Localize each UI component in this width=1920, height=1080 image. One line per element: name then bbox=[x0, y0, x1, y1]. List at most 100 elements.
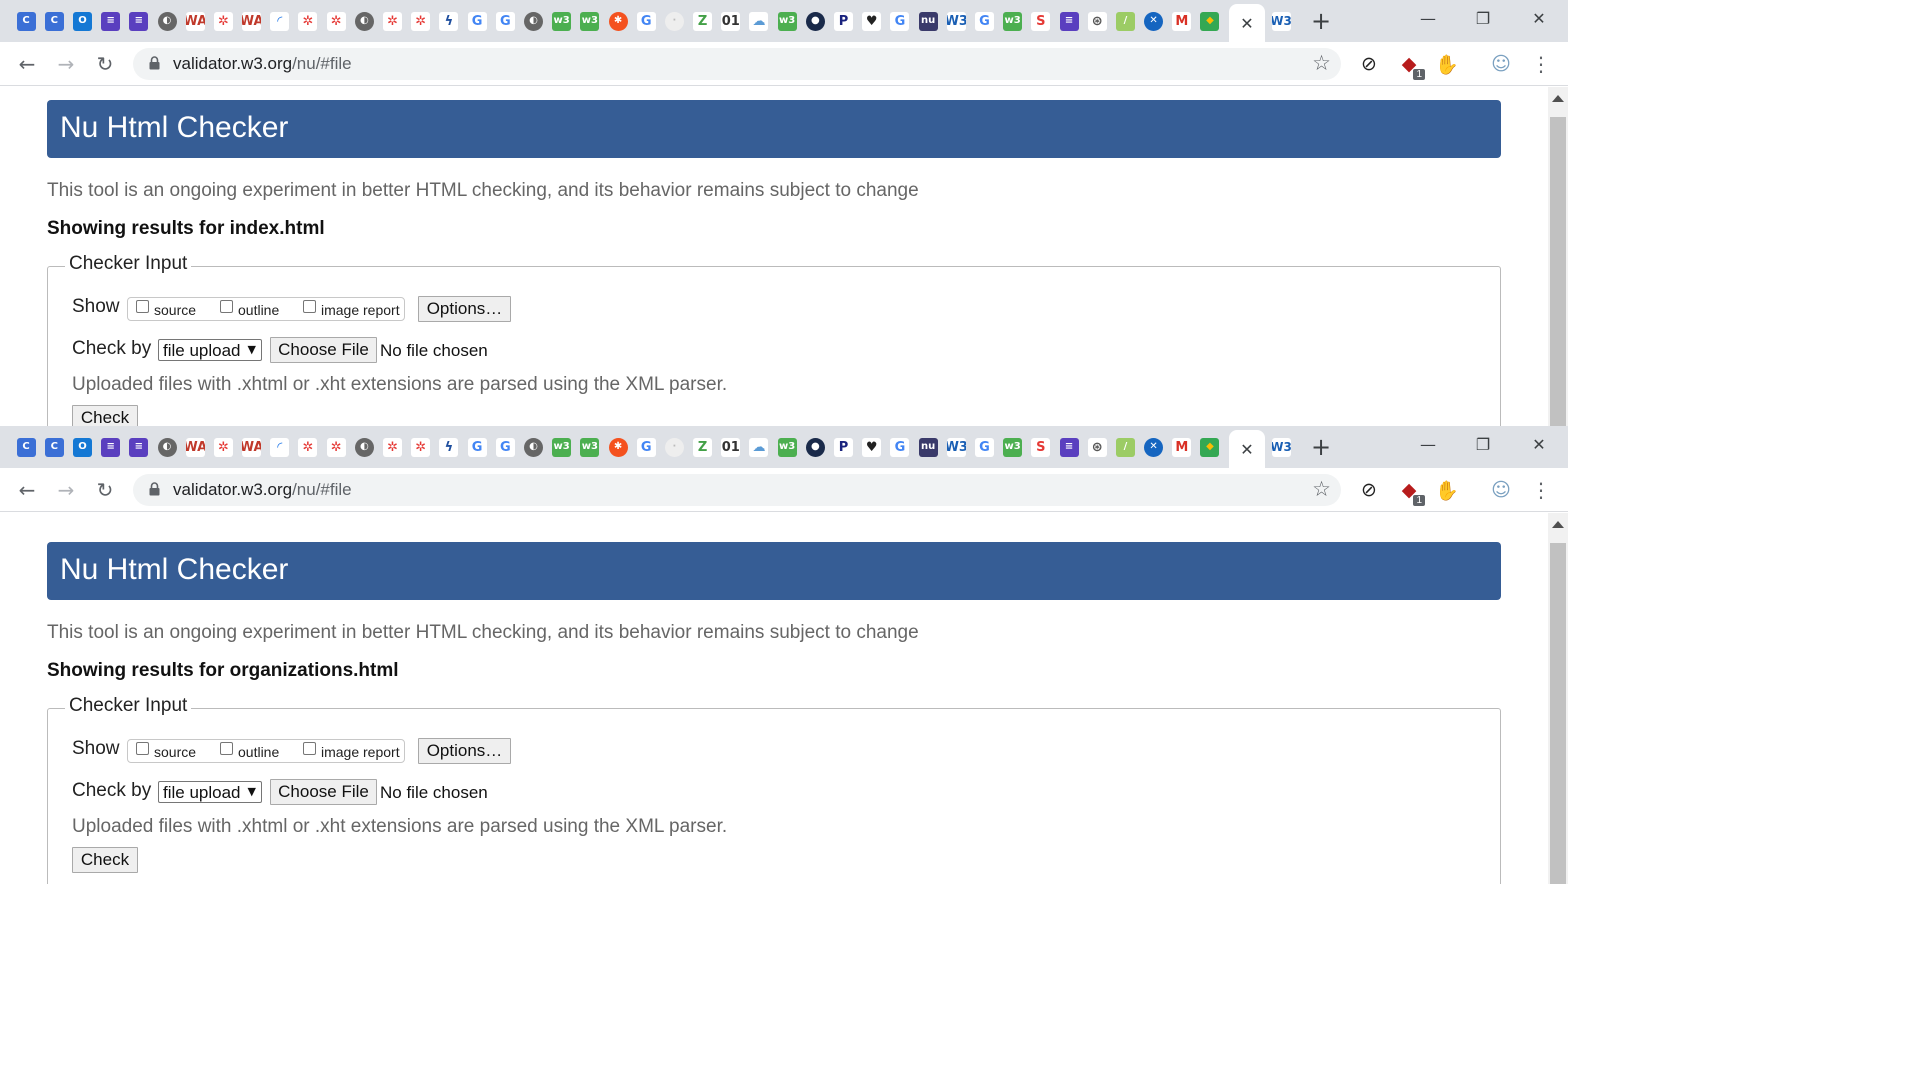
tab-c-app[interactable]: C bbox=[12, 8, 40, 34]
lock-icon[interactable] bbox=[149, 482, 160, 496]
tab-x-circle[interactable]: ✕ bbox=[1140, 8, 1168, 34]
tab-heart[interactable]: ♥ bbox=[858, 8, 886, 34]
tab-google[interactable]: G bbox=[970, 434, 998, 460]
tab-globe[interactable]: ◐ bbox=[153, 8, 181, 34]
scroll-up-arrow-icon[interactable] bbox=[1552, 95, 1564, 102]
tab-list[interactable]: ≡ bbox=[125, 8, 153, 34]
tab-s[interactable]: S bbox=[1027, 8, 1055, 34]
tab-globe[interactable]: ◐ bbox=[519, 8, 547, 34]
tab-w3-green[interactable]: w3 bbox=[576, 434, 604, 460]
tab-gear[interactable]: ✲ bbox=[322, 434, 350, 460]
close-icon[interactable]: ✕ bbox=[1240, 14, 1253, 33]
tab-list[interactable]: ≡ bbox=[125, 434, 153, 460]
profile-avatar-icon[interactable]: ☺ bbox=[1489, 478, 1513, 502]
image-report-checkbox[interactable] bbox=[303, 300, 316, 313]
menu-icon[interactable]: ⋮ bbox=[1530, 476, 1552, 504]
tab-globe[interactable]: ◐ bbox=[519, 434, 547, 460]
tab-gear[interactable]: ✲ bbox=[209, 434, 237, 460]
active-tab[interactable]: ✕ bbox=[1229, 4, 1265, 42]
tab-list[interactable]: ≡ bbox=[1055, 8, 1083, 34]
tab-cloud[interactable]: ☁ bbox=[745, 434, 773, 460]
image-report-label[interactable]: image report bbox=[321, 744, 400, 760]
tab-s[interactable]: S bbox=[1027, 434, 1055, 460]
tab-x-circle[interactable]: ✕ bbox=[1140, 434, 1168, 460]
source-label[interactable]: source bbox=[154, 302, 196, 318]
tab-gear[interactable]: ✲ bbox=[378, 434, 406, 460]
tab-outlook[interactable]: O bbox=[68, 434, 96, 460]
tab-edit[interactable]: / bbox=[1111, 434, 1139, 460]
check-by-select[interactable]: file upload ▼ bbox=[158, 339, 262, 361]
tab-w3[interactable]: W3 bbox=[942, 434, 970, 460]
tab-w3-green[interactable]: w3 bbox=[548, 8, 576, 34]
outline-checkbox[interactable] bbox=[220, 742, 233, 755]
stop-extension-icon[interactable]: ✋ bbox=[1435, 52, 1459, 76]
tab-list[interactable]: ≡ bbox=[97, 8, 125, 34]
tab-google[interactable]: G bbox=[463, 434, 491, 460]
tab-gmail[interactable]: M bbox=[1168, 8, 1196, 34]
link-extension-icon[interactable]: ⊘ bbox=[1357, 52, 1381, 76]
back-button[interactable]: ← bbox=[12, 475, 42, 505]
tab-globe[interactable]: ◐ bbox=[153, 434, 181, 460]
tab-google[interactable]: G bbox=[491, 8, 519, 34]
close-window-button[interactable]: ✕ bbox=[1516, 4, 1562, 32]
tab-gear[interactable]: ✲ bbox=[209, 8, 237, 34]
vertical-scrollbar[interactable] bbox=[1548, 513, 1568, 884]
tab-gear[interactable]: ✲ bbox=[294, 8, 322, 34]
tab-w3[interactable]: W3 bbox=[1267, 434, 1295, 460]
outline-label[interactable]: outline bbox=[238, 744, 279, 760]
tab-w3[interactable]: W3 bbox=[1267, 8, 1295, 34]
check-by-select[interactable]: file upload ▼ bbox=[158, 781, 262, 803]
tab-google[interactable]: G bbox=[463, 8, 491, 34]
tab-gear[interactable]: ✲ bbox=[294, 434, 322, 460]
choose-file-button[interactable]: Choose File bbox=[270, 779, 377, 805]
source-checkbox[interactable] bbox=[136, 742, 149, 755]
reload-button[interactable]: ↻ bbox=[90, 49, 120, 79]
tab-w3-green[interactable]: w3 bbox=[773, 8, 801, 34]
tab-swirl[interactable]: ϟ bbox=[435, 8, 463, 34]
options-button[interactable]: Options… bbox=[418, 738, 511, 764]
tab-p[interactable]: P bbox=[829, 8, 857, 34]
tab-aperture[interactable]: ⊛ bbox=[1083, 8, 1111, 34]
address-bar[interactable]: validator.w3.org/nu/#file ☆ bbox=[133, 48, 1341, 80]
tab-eye[interactable]: ● bbox=[801, 434, 829, 460]
tab-google[interactable]: G bbox=[632, 8, 660, 34]
tab-aperture[interactable]: ⊛ bbox=[1083, 434, 1111, 460]
tab-asterisk[interactable]: ✱ bbox=[604, 434, 632, 460]
image-report-label[interactable]: image report bbox=[321, 302, 400, 318]
tab-cloud[interactable]: ☁ bbox=[745, 8, 773, 34]
tab-google[interactable]: G bbox=[970, 8, 998, 34]
tab-loading[interactable]: ◜ bbox=[266, 434, 294, 460]
tab-swirl[interactable]: ϟ bbox=[435, 434, 463, 460]
check-button[interactable]: Check bbox=[72, 405, 138, 426]
tab-gear[interactable]: ✲ bbox=[378, 8, 406, 34]
reload-button[interactable]: ↻ bbox=[90, 475, 120, 505]
forward-button[interactable]: → bbox=[51, 49, 81, 79]
tab-wa[interactable]: WA bbox=[181, 434, 209, 460]
tab-c-app[interactable]: C bbox=[40, 434, 68, 460]
outline-label[interactable]: outline bbox=[238, 302, 279, 318]
tab-maps[interactable]: ◆ bbox=[1196, 434, 1224, 460]
tab-globe[interactable]: ◐ bbox=[350, 434, 378, 460]
tab-c-app[interactable]: C bbox=[40, 8, 68, 34]
active-tab[interactable]: ✕ bbox=[1229, 430, 1265, 468]
tab-gear[interactable]: ✲ bbox=[322, 8, 350, 34]
tab-z[interactable]: Z bbox=[689, 8, 717, 34]
new-tab-button[interactable]: + bbox=[1307, 433, 1335, 461]
tab-wa[interactable]: WA bbox=[238, 434, 266, 460]
tab-gear[interactable]: ✲ bbox=[407, 8, 435, 34]
outline-checkbox[interactable] bbox=[220, 300, 233, 313]
tab-p[interactable]: P bbox=[829, 434, 857, 460]
new-tab-button[interactable]: + bbox=[1307, 7, 1335, 35]
tab-gear[interactable]: ✲ bbox=[407, 434, 435, 460]
tab-asterisk[interactable]: ✱ bbox=[604, 8, 632, 34]
tab-google[interactable]: G bbox=[491, 434, 519, 460]
menu-icon[interactable]: ⋮ bbox=[1530, 50, 1552, 78]
source-checkbox[interactable] bbox=[136, 300, 149, 313]
tab-maps[interactable]: ◆ bbox=[1196, 8, 1224, 34]
tab-w3-green[interactable]: w3 bbox=[773, 434, 801, 460]
tab-blank[interactable]: · bbox=[660, 8, 688, 34]
options-button[interactable]: Options… bbox=[418, 296, 511, 322]
lock-icon[interactable] bbox=[149, 56, 160, 70]
tab-z[interactable]: Z bbox=[689, 434, 717, 460]
bookmark-star-icon[interactable]: ☆ bbox=[1312, 477, 1331, 501]
